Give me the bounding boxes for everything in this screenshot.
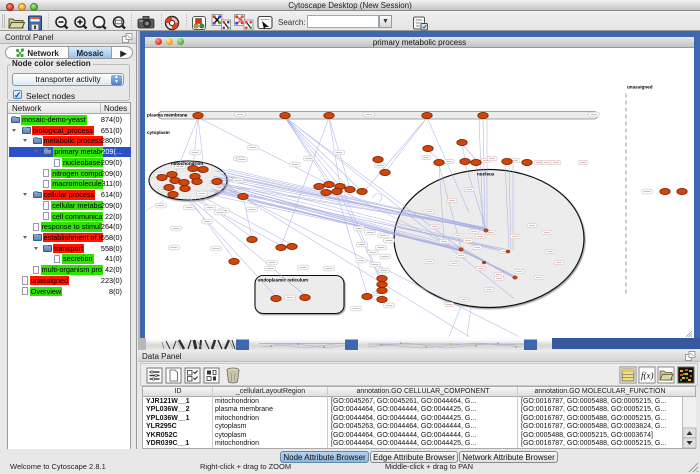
svg-text:unassigned: unassigned bbox=[627, 84, 653, 89]
svg-text:f(x): f(x) bbox=[641, 371, 654, 381]
svg-text:nucleus: nucleus bbox=[477, 171, 495, 176]
svg-text:mitochondrion: mitochondrion bbox=[171, 161, 203, 166]
svg-text:cytoplasm: cytoplasm bbox=[147, 130, 170, 135]
svg-text:plasma membrane: plasma membrane bbox=[147, 112, 188, 117]
svg-text:endoplasmic reticulum: endoplasmic reticulum bbox=[258, 277, 308, 282]
